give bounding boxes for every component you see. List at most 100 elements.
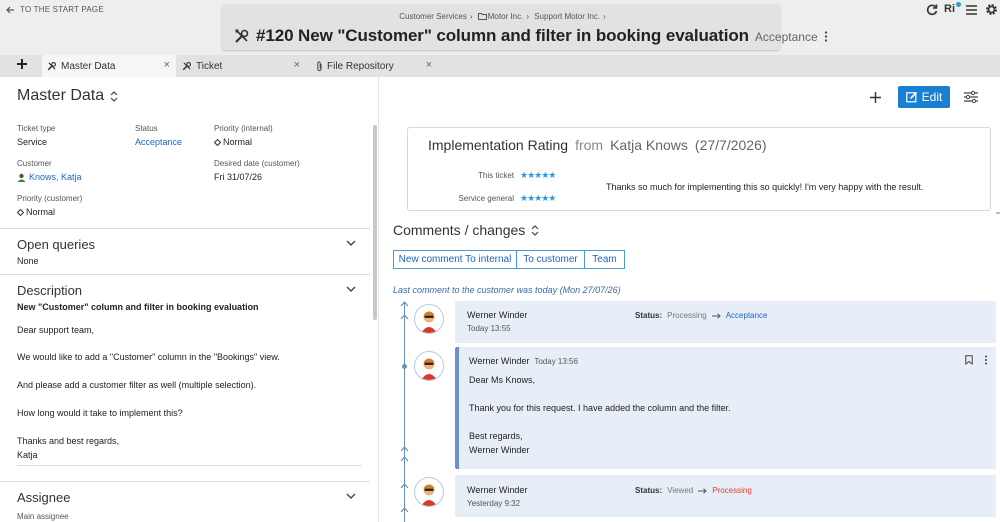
status-change-entry: Werner Winder Yesterday 9:32 Status: Vie… — [455, 475, 996, 517]
tools-icon — [234, 28, 250, 44]
arrow-right-icon — [711, 312, 721, 319]
tab-label: Master Data — [61, 60, 116, 72]
entry-author: Werner Winder — [467, 310, 528, 320]
avatar — [414, 351, 444, 381]
section-title: Description — [17, 283, 83, 298]
filter-settings-icon[interactable] — [964, 90, 978, 104]
paperclip-icon — [316, 61, 323, 72]
settings-gear-icon[interactable] — [985, 3, 998, 16]
service-general-stars: ★★★★★ — [520, 193, 556, 203]
status-to: Acceptance — [725, 311, 768, 320]
timeline-arrow-up-icon — [400, 446, 409, 452]
user-initials: Ri — [944, 3, 955, 15]
description-section: Description New "Customer" column and fi… — [0, 274, 370, 479]
customer-label: Customer — [17, 159, 52, 168]
status-from: Processing — [667, 311, 707, 320]
description-line: Katja — [17, 450, 38, 460]
ticket-title: #120 New "Customer" column and filter in… — [256, 26, 749, 45]
bookmark-icon[interactable] — [965, 355, 973, 365]
section-title: Assignee — [17, 490, 71, 505]
breadcrumb-item[interactable]: Motor Inc. — [488, 12, 524, 21]
timeline-dot — [402, 364, 407, 369]
tab-bar: Master Data × Ticket × File Repository × — [0, 55, 1000, 77]
main-assignee-label: Main assignee — [17, 512, 69, 521]
team-button[interactable]: Team — [584, 250, 625, 269]
breadcrumb-item[interactable]: Support Motor Inc. — [534, 12, 600, 21]
comment-line: Werner Winder — [469, 445, 530, 455]
to-customer-button[interactable]: To customer — [516, 250, 585, 269]
chevron-down-icon[interactable] — [346, 240, 356, 246]
refresh-icon[interactable] — [926, 4, 938, 16]
open-queries-value: None — [17, 256, 39, 266]
rating-title: Implementation Rating — [428, 137, 569, 153]
chevron-down-icon[interactable] — [346, 493, 356, 499]
comment-header: Werner Winder Today 13:56 — [469, 356, 578, 366]
priority-internal-label: Priority (internal) — [214, 124, 273, 133]
notification-dot — [956, 2, 961, 7]
add-plus-icon[interactable] — [869, 91, 882, 104]
customer[interactable]: Knows, Katja — [17, 172, 82, 182]
new-tab-plus-icon[interactable] — [16, 58, 28, 70]
right-scroll-thumb[interactable] — [996, 212, 1000, 214]
timeline-arrow-up-icon — [400, 301, 409, 307]
diamond-icon — [17, 208, 24, 216]
breadcrumb-item[interactable]: Customer Services — [399, 12, 467, 21]
status-label: Status: — [635, 486, 663, 495]
master-data-panel: Master Data Ticket type Service Status A… — [0, 77, 378, 522]
status-from: Viewed — [667, 486, 694, 495]
comment-line: Best regards, — [469, 431, 523, 441]
entry-author: Werner Winder — [467, 485, 528, 495]
menu-icon[interactable] — [966, 5, 977, 15]
tools-icon — [47, 61, 57, 71]
close-tab-icon[interactable]: × — [164, 59, 170, 71]
timeline-arrow-up-icon — [400, 314, 409, 320]
ticket-header-card: Customer Services › Motor Inc. › Support M… — [222, 4, 827, 50]
description-line: And please add a customer filter as well… — [17, 380, 257, 390]
desired-date-value: Fri 31/07/26 — [214, 172, 263, 182]
tab-file-repository[interactable]: File Repository × — [308, 55, 438, 77]
priority-customer: Normal — [17, 207, 55, 217]
new-comment-internal-button[interactable]: New comment To internal — [393, 250, 517, 269]
close-tab-icon[interactable]: × — [426, 59, 432, 71]
tab-master-data[interactable]: Master Data × — [42, 55, 176, 77]
description-line: Dear support team, — [17, 325, 95, 335]
status-change-entry: Werner Winder Today 13:55 Status: Proces… — [455, 301, 996, 343]
this-ticket-stars: ★★★★★ — [520, 170, 556, 180]
section-title: Open queries — [17, 237, 96, 252]
edit-icon — [905, 91, 918, 103]
assignee-section: Assignee Main assignee — [0, 481, 370, 522]
status-value[interactable]: Acceptance — [135, 137, 182, 147]
comment-line: Dear Ms Knows, — [469, 375, 536, 385]
priority-internal: Normal — [214, 137, 252, 147]
master-data-heading[interactable]: Master Data — [17, 87, 118, 105]
tools-icon — [182, 61, 192, 71]
service-general-label: Service general — [458, 194, 514, 203]
user-avatar[interactable]: Ri — [944, 2, 961, 15]
priority-customer-value: Normal — [26, 207, 56, 217]
description-line: Thanks and best regards, — [17, 436, 120, 446]
tab-ticket[interactable]: Ticket × — [176, 55, 306, 77]
rating-header: Implementation Rating from Katja Knows (… — [428, 137, 767, 153]
priority-internal-value: Normal — [223, 137, 253, 147]
ticket-status: Acceptance — [754, 30, 818, 44]
panel-divider — [378, 77, 379, 522]
arrow-left-icon — [6, 6, 15, 14]
more-vertical-icon[interactable] — [824, 30, 828, 42]
left-panel-scrollbar[interactable] — [373, 125, 377, 320]
detail-panel: Edit Implementation Rating from Katja Kn… — [380, 77, 1000, 522]
ticket-type-value: Service — [17, 137, 48, 147]
edit-button[interactable]: Edit — [898, 86, 950, 108]
back-to-start-link[interactable]: TO THE START PAGE — [6, 5, 104, 14]
entry-time: Today 13:55 — [467, 324, 511, 333]
folder-icon — [477, 13, 487, 20]
avatar — [414, 304, 444, 334]
chevron-down-icon[interactable] — [346, 286, 356, 292]
status-label: Status: — [635, 311, 663, 320]
arrow-right-icon — [698, 487, 707, 494]
more-vertical-icon[interactable] — [984, 355, 988, 365]
close-tab-icon[interactable]: × — [294, 59, 300, 71]
comments-heading[interactable]: Comments / changes — [393, 222, 539, 238]
this-ticket-label: This ticket — [477, 171, 514, 180]
comments-title: Comments / changes — [393, 222, 526, 238]
tab-label: File Repository — [327, 60, 394, 72]
